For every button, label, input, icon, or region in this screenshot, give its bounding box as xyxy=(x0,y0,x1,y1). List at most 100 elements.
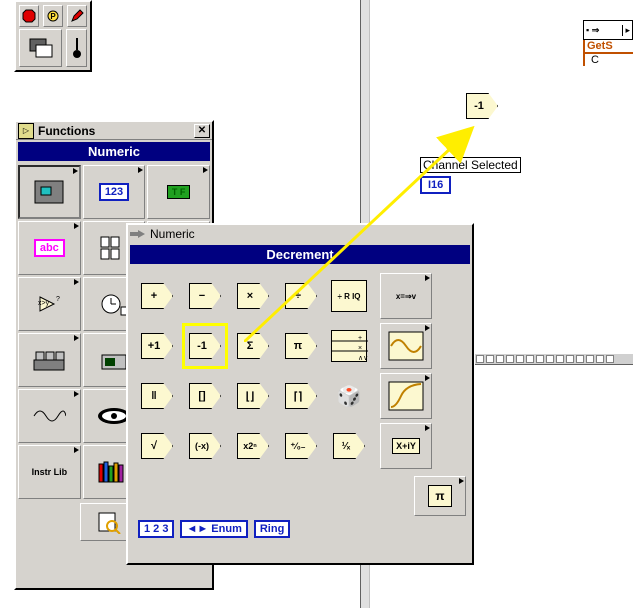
pencil-tool[interactable] xyxy=(67,5,87,27)
op-compound[interactable]: +×∧∨ xyxy=(326,323,372,369)
op-decrement[interactable]: -1 xyxy=(182,323,228,369)
sign-icon: ⁺⁄₀₋ xyxy=(290,441,305,452)
submenu-arrow-icon xyxy=(425,375,430,381)
submenu-arrow-icon xyxy=(425,425,430,431)
log-icon xyxy=(386,379,426,413)
numeric-title: Numeric xyxy=(150,227,195,241)
add-icon: + xyxy=(151,290,157,302)
palette-file-io[interactable] xyxy=(18,333,81,387)
op-abs[interactable]: ‖ xyxy=(134,373,180,419)
enum-constant-button[interactable]: ◄► Enum xyxy=(180,520,247,538)
submenu-arrow-icon xyxy=(425,275,430,281)
palette-string[interactable]: abc xyxy=(18,221,81,275)
op-round[interactable]: [] xyxy=(182,373,228,419)
subtract-icon: − xyxy=(199,290,205,302)
qr-icon: ÷ R IQ xyxy=(331,280,367,312)
pencil-icon xyxy=(70,9,84,23)
palette-instr-lib[interactable]: Instr Lib xyxy=(18,445,81,499)
op-multiply[interactable]: × xyxy=(230,273,276,319)
instrlib-label: Instr Lib xyxy=(32,467,68,477)
compound-icon: +×∧∨ xyxy=(331,330,367,362)
submenu-arrow-icon xyxy=(74,447,79,453)
op-reciprocal[interactable]: ¹⁄ₓ xyxy=(326,423,372,469)
op-increment[interactable]: +1 xyxy=(134,323,180,369)
ceil-icon: ⌈⌉ xyxy=(294,390,303,403)
palette-comparison[interactable]: x>y? xyxy=(18,277,81,331)
submenu-arrow-icon xyxy=(74,223,79,229)
op-divide[interactable]: ÷ xyxy=(278,273,324,319)
functions-icon: ▷ xyxy=(18,123,34,139)
decrement-glyph: -1 xyxy=(474,100,484,112)
c-label: C xyxy=(583,54,633,66)
op-floor[interactable]: ⌊⌋ xyxy=(230,373,276,419)
functions-title: Functions xyxy=(38,124,194,138)
floor-icon: ⌊⌋ xyxy=(246,390,255,403)
ring-constant-button[interactable]: Ring xyxy=(254,520,290,538)
op-ceil[interactable]: ⌈⌉ xyxy=(278,373,324,419)
side-trig[interactable] xyxy=(380,323,432,369)
pin-icon[interactable] xyxy=(130,228,146,240)
op-sqrt[interactable]: √ xyxy=(134,423,180,469)
op-negate[interactable]: (-x) xyxy=(182,423,228,469)
op-sign[interactable]: ⁺⁄₀₋ xyxy=(278,423,324,469)
divide-icon: ÷ xyxy=(295,290,301,302)
palette-boolean[interactable]: T F xyxy=(147,165,210,219)
increment-icon: +1 xyxy=(148,340,161,352)
palette-signal[interactable] xyxy=(18,389,81,443)
op-subtract[interactable]: − xyxy=(182,273,228,319)
stop-icon xyxy=(22,9,36,23)
side-conversion[interactable]: x=⇒v xyxy=(380,273,432,319)
numeric-constant-button[interactable]: 1 2 3 xyxy=(138,520,174,538)
abs-icon: ‖ xyxy=(151,390,156,402)
gets-label: GetS xyxy=(583,40,633,54)
functions-titlebar[interactable]: ▷ Functions ✕ xyxy=(16,122,212,140)
string-chip: abc xyxy=(34,239,65,257)
op-add[interactable]: + xyxy=(134,273,180,319)
search-icon xyxy=(96,510,122,534)
op-product[interactable]: π xyxy=(278,323,324,369)
palette-structures[interactable] xyxy=(18,165,81,219)
decrement-icon: -1 xyxy=(197,340,207,352)
dropped-decrement-node[interactable]: -1 xyxy=(466,93,498,119)
palette-numeric[interactable]: 123 xyxy=(83,165,146,219)
svg-text:∧∨: ∧∨ xyxy=(358,355,368,362)
op-quotient-remainder[interactable]: ÷ R IQ xyxy=(326,273,372,319)
svg-text:×: × xyxy=(358,345,362,352)
brush-tool[interactable] xyxy=(66,29,87,67)
partial-node-cluster: ▪ ⇒ ▸ GetS C xyxy=(583,20,633,66)
stop-tool[interactable] xyxy=(19,5,39,27)
numeric-titlebar[interactable]: Numeric xyxy=(128,225,472,243)
svg-text:P: P xyxy=(50,12,56,21)
side-constants[interactable]: π xyxy=(414,476,466,516)
probe-tool[interactable]: P xyxy=(43,5,63,27)
svg-text:?: ? xyxy=(56,296,60,303)
signal-icon xyxy=(32,403,66,429)
side-log[interactable] xyxy=(380,373,432,419)
round-icon: [] xyxy=(198,390,205,402)
side-complex[interactable]: X+iY xyxy=(380,423,432,469)
power2-icon: x2ⁿ xyxy=(243,441,257,451)
numeric-selected-label: Decrement xyxy=(130,245,470,264)
op-sum[interactable]: Σ xyxy=(230,323,276,369)
submenu-arrow-icon xyxy=(138,167,143,173)
structures-icon xyxy=(31,177,67,207)
reciprocal-icon: ¹⁄ₓ xyxy=(342,441,351,452)
i16-indicator[interactable]: I16 xyxy=(420,176,451,194)
op-random[interactable]: 🎲 xyxy=(326,373,372,419)
submenu-arrow-icon xyxy=(74,391,79,397)
sqrt-icon: √ xyxy=(151,440,157,452)
op-power2[interactable]: x2ⁿ xyxy=(230,423,276,469)
conversion-icon: x=⇒v xyxy=(396,292,416,301)
partial-node-top[interactable]: ▪ ⇒ ▸ xyxy=(583,20,633,40)
diagram-tunnel-strip xyxy=(475,353,633,365)
clock-icon xyxy=(99,291,129,317)
trig-icon xyxy=(386,329,426,363)
svg-text:x>y: x>y xyxy=(38,300,50,307)
constants-icon: π xyxy=(428,485,451,507)
object-tool[interactable] xyxy=(19,29,62,67)
dice-icon: 🎲 xyxy=(337,384,362,409)
numeric-palette: Numeric Decrement + − × ÷ ÷ R IQ x=⇒v +1… xyxy=(126,223,474,565)
probe-icon: P xyxy=(46,9,60,23)
close-button[interactable]: ✕ xyxy=(194,124,210,138)
submenu-arrow-icon xyxy=(74,335,79,341)
